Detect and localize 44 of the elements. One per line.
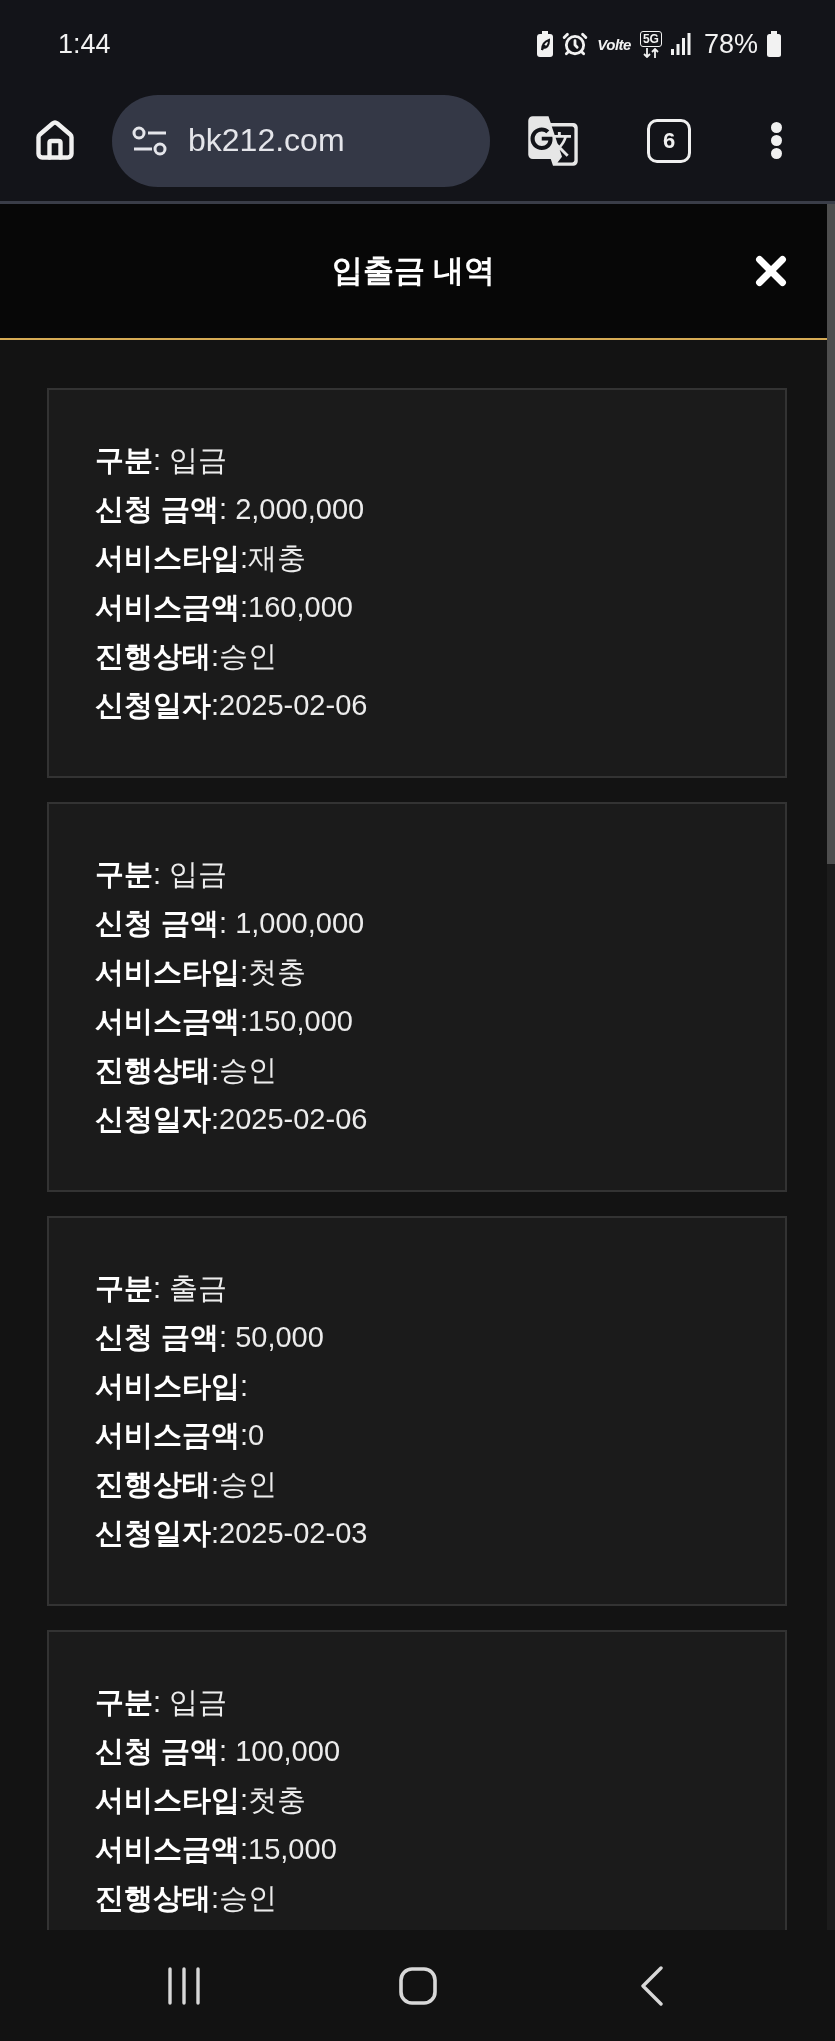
alarm-icon bbox=[562, 31, 589, 57]
detail-line: 진행상태:승인 bbox=[95, 1053, 278, 1088]
detail-line: 진행상태:승인 bbox=[95, 639, 278, 674]
battery-percent: 78% bbox=[703, 30, 758, 58]
scrollbar-thumb[interactable] bbox=[827, 204, 835, 864]
detail-line: 진행상태:승인 bbox=[95, 1467, 278, 1502]
data-arrows-icon bbox=[642, 47, 659, 58]
battery-icon bbox=[767, 31, 781, 57]
detail-line: 서비스금액:0 bbox=[95, 1418, 265, 1453]
translate-icon bbox=[526, 113, 580, 168]
detail-line: 구분: 입금 bbox=[95, 443, 228, 478]
network-label: 5G bbox=[639, 30, 662, 47]
detail-line: 구분: 입금 bbox=[95, 1685, 228, 1720]
detail-line: 진행상태:승인 bbox=[95, 1881, 278, 1916]
signal-icon bbox=[670, 33, 691, 55]
detail-line: 신청 금액: 50,000 bbox=[95, 1320, 324, 1355]
detail-line: 신청일자:2025-02-03 bbox=[95, 1516, 368, 1551]
back-icon bbox=[639, 1965, 664, 2006]
home-icon bbox=[33, 118, 77, 163]
status-time: 1:44 bbox=[58, 30, 111, 58]
detail-line: 구분: 입금 bbox=[95, 857, 228, 892]
detail-line: 서비스금액:160,000 bbox=[95, 590, 353, 625]
detail-line: 서비스타입:재충 bbox=[95, 541, 307, 576]
detail-line: 신청 금액: 1,000,000 bbox=[95, 906, 365, 941]
tab-count-button[interactable]: 6 bbox=[647, 118, 691, 163]
site-settings-icon[interactable] bbox=[132, 125, 168, 156]
detail-line: 서비스타입:첫충 bbox=[95, 1783, 307, 1818]
detail-line: 서비스타입:첫충 bbox=[95, 955, 307, 990]
detail-line: 신청일자:2025-02-06 bbox=[95, 1102, 368, 1137]
volte-label: Volte bbox=[597, 36, 631, 52]
detail-line: 신청 금액: 2,000,000 bbox=[95, 492, 365, 527]
detail-line: 서비스타입: bbox=[95, 1369, 249, 1404]
translate-button[interactable] bbox=[526, 113, 580, 168]
home-nav-icon bbox=[398, 1966, 437, 2005]
recents-icon bbox=[166, 1965, 201, 2006]
battery-saver-icon bbox=[537, 31, 554, 57]
detail-line: 서비스금액:150,000 bbox=[95, 1004, 353, 1039]
detail-line: 서비스금액:15,000 bbox=[95, 1832, 337, 1867]
menu-icon bbox=[770, 122, 782, 159]
address-bar[interactable]: bk212.com bbox=[112, 94, 490, 187]
modal-title: 입출금 내역 bbox=[331, 252, 496, 290]
detail-line: 신청일자:2025-02-06 bbox=[95, 688, 368, 723]
detail-line: 신청 금액: 100,000 bbox=[95, 1734, 340, 1769]
detail-line: 구분: 출금 bbox=[95, 1271, 228, 1306]
